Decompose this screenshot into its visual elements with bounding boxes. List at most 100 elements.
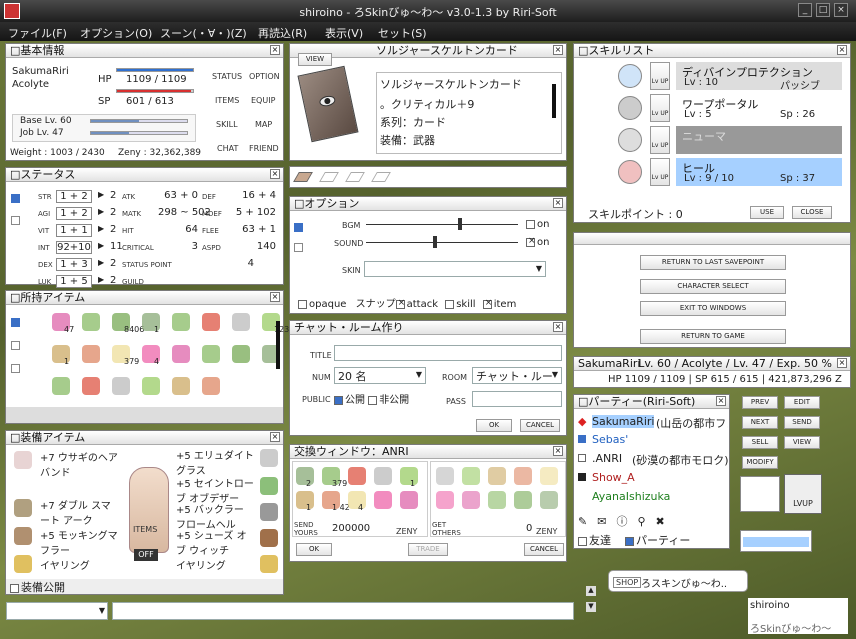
ok-button[interactable]: OK: [476, 419, 512, 432]
map-button[interactable]: MAP: [255, 120, 272, 129]
inventory-item-icon[interactable]: [112, 377, 130, 395]
skill-button[interactable]: SKILL: [216, 120, 238, 129]
equip-acc-left[interactable]: イヤリング: [40, 557, 90, 572]
increase-icon[interactable]: ▶: [98, 224, 104, 233]
items-label[interactable]: ITEMS: [133, 525, 157, 534]
trade-button[interactable]: TRADE: [408, 543, 448, 556]
friend-button[interactable]: FRIEND: [249, 144, 279, 153]
sound-check[interactable]: [294, 243, 303, 252]
search-icon[interactable]: ⚲: [637, 515, 655, 528]
inventory-item-icon[interactable]: [202, 345, 220, 363]
party-member-5[interactable]: AyanaIshizuka: [592, 490, 670, 503]
chatroom-title[interactable]: チャット・ルーム作り ×: [290, 321, 566, 335]
bgm-on-check[interactable]: [526, 219, 535, 229]
modify-button[interactable]: MODIFY: [742, 456, 778, 469]
skill-row[interactable]: ヒール Lv : 9 / 10 Sp : 37: [676, 158, 842, 186]
attack-check[interactable]: [395, 298, 405, 309]
trade-item-icon[interactable]: [296, 467, 314, 485]
equip-weapon[interactable]: +7 ダブル スマート アーク: [40, 497, 118, 527]
info-icon[interactable]: ⓘ: [616, 515, 637, 528]
scrollbar[interactable]: [276, 321, 280, 369]
menu-option[interactable]: オプション(O): [80, 25, 152, 41]
exit-button[interactable]: EXIT TO WINDOWS: [640, 301, 786, 316]
close-icon[interactable]: ×: [553, 322, 563, 332]
party-title[interactable]: □パーティー(Riri-Soft) ×: [574, 395, 729, 409]
trade-ok-button[interactable]: OK: [296, 543, 332, 556]
skill-check[interactable]: [445, 299, 455, 309]
savepoint-button[interactable]: RETURN TO LAST SAVEPOINT: [640, 255, 786, 270]
inventory-item-icon[interactable]: [202, 377, 220, 395]
inventory-item-icon[interactable]: [172, 377, 190, 395]
num-select[interactable]: 20 名 ▼: [334, 367, 426, 384]
close-icon[interactable]: ×: [553, 198, 563, 208]
next-button[interactable]: NEXT: [742, 416, 778, 429]
menu-file[interactable]: ファイル(F): [8, 25, 67, 41]
equip-acc-right[interactable]: イヤリング: [176, 557, 226, 572]
trade-item-icon[interactable]: [374, 467, 392, 485]
trade-item-icon[interactable]: [296, 491, 314, 509]
private-radio[interactable]: [368, 395, 378, 405]
status-tab-check[interactable]: [11, 216, 20, 225]
system-menu-title[interactable]: [574, 233, 850, 245]
skill-lvup-button[interactable]: Lv UP: [650, 158, 670, 186]
return-game-button[interactable]: RETURN TO GAME: [640, 329, 786, 344]
menu-set[interactable]: セット(S): [378, 25, 427, 41]
char-select-button[interactable]: CHARACTER SELECT: [640, 279, 786, 294]
equip-shoes[interactable]: +5 シューズ オブ ウィッチ: [176, 527, 256, 557]
bgm-slider[interactable]: [366, 224, 518, 225]
increase-icon[interactable]: ▶: [98, 207, 104, 216]
skill-close-button[interactable]: CLOSE: [792, 206, 832, 219]
chat-input[interactable]: [112, 602, 574, 620]
trade-item-icon[interactable]: [348, 491, 366, 509]
friend-tab-check[interactable]: [578, 536, 587, 546]
status-title[interactable]: □ステータス ×: [6, 168, 283, 182]
skill-row[interactable]: ワープポータル Lv : 5 Sp : 26: [676, 94, 842, 122]
cancel-button[interactable]: CANCEL: [520, 419, 560, 432]
trash-icon[interactable]: ✖: [656, 515, 675, 528]
trade-cancel-button[interactable]: CANCEL: [524, 543, 564, 556]
party-member-2[interactable]: Sebas': [592, 433, 628, 446]
bgm-check[interactable]: [294, 223, 303, 232]
tab-etc-check[interactable]: [11, 364, 20, 373]
bgm-thumb[interactable]: [458, 218, 462, 230]
close-icon[interactable]: ×: [553, 45, 563, 55]
close-icon[interactable]: ×: [716, 396, 726, 406]
trade-item-icon[interactable]: [400, 467, 418, 485]
sell-button[interactable]: SELL: [742, 436, 778, 449]
items-title[interactable]: □所持アイテム ×: [6, 291, 283, 305]
increase-icon[interactable]: ▶: [98, 190, 104, 199]
inventory-item-icon[interactable]: [172, 313, 190, 331]
lvup-button[interactable]: LVUP: [784, 474, 822, 514]
inventory-item-icon[interactable]: [82, 345, 100, 363]
shop-sign[interactable]: SHOP ろスキンびゅ〜わ..: [608, 570, 748, 592]
inventory-item-icon[interactable]: [232, 345, 250, 363]
prev-button[interactable]: PREV: [742, 396, 778, 409]
equip-garment[interactable]: +5 モッキングマフラー: [40, 527, 118, 557]
skill-lvup-button[interactable]: Lv UP: [650, 94, 670, 122]
party-member-1[interactable]: SakumaRiri: [592, 415, 655, 428]
view-button[interactable]: VIEW: [298, 53, 332, 66]
equip-eyewear[interactable]: +5 エリュダイト グラス: [176, 447, 256, 477]
close-icon[interactable]: ×: [553, 446, 563, 456]
room-select[interactable]: チャット・ルー ▼: [472, 367, 562, 384]
trade-title[interactable]: 交換ウィンドウ：ANRI ×: [290, 445, 566, 459]
scrollbar[interactable]: [552, 84, 556, 118]
resize-bar[interactable]: [6, 407, 283, 423]
maximize-button[interactable]: □: [816, 3, 830, 17]
close-icon[interactable]: ×: [270, 45, 280, 55]
close-icon[interactable]: ×: [837, 358, 847, 368]
opaque-check[interactable]: [298, 299, 307, 309]
party-tab-check[interactable]: [625, 536, 634, 546]
party-member-3[interactable]: .ANRI: [592, 452, 622, 465]
sound-thumb[interactable]: [433, 236, 437, 248]
minimize-button[interactable]: _: [798, 3, 812, 17]
basic-info-title[interactable]: □基本情報 ×: [6, 44, 283, 58]
title-input[interactable]: [334, 345, 562, 361]
tab-item-check[interactable]: [11, 318, 20, 327]
trade-item-icon[interactable]: [348, 467, 366, 485]
trade-item-icon[interactable]: [400, 491, 418, 509]
increase-icon[interactable]: ▶: [98, 258, 104, 267]
scroll-down-icon[interactable]: ▼: [586, 602, 596, 612]
send-button[interactable]: SEND: [784, 416, 820, 429]
skill-row[interactable]: ニューマ: [676, 126, 842, 154]
